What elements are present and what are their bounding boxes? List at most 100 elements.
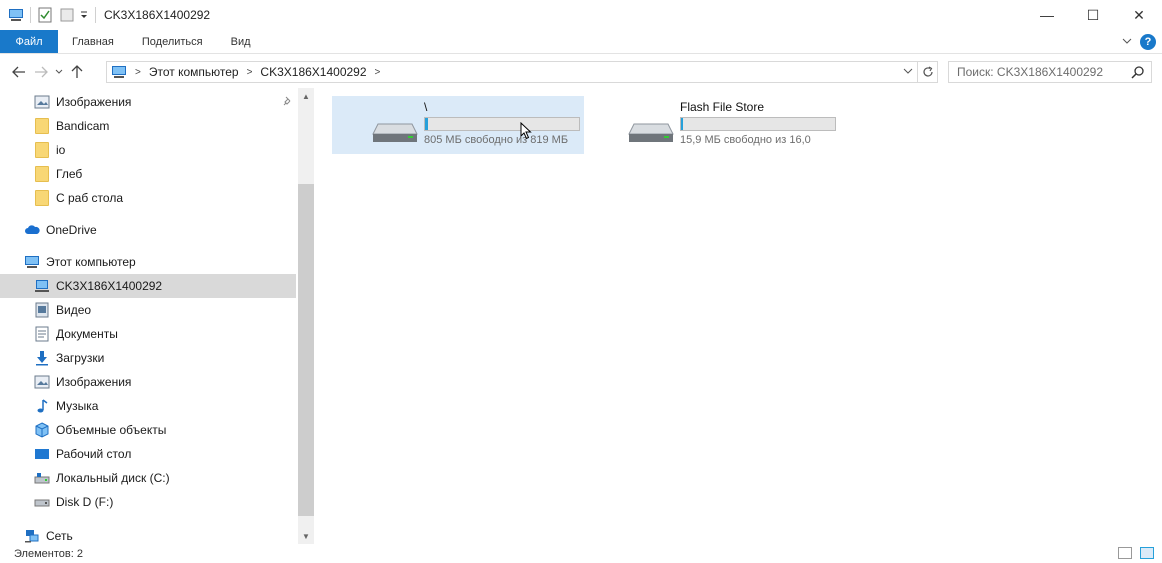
- window-controls: — ☐ ✕: [1024, 0, 1162, 30]
- nav-item-label: OneDrive: [46, 223, 97, 237]
- refresh-icon[interactable]: [917, 62, 937, 82]
- video-icon: [34, 302, 50, 318]
- nav-item-label: Disk D (F:): [56, 495, 114, 509]
- nav-item-bandicam[interactable]: Bandicam: [0, 114, 296, 138]
- properties-icon[interactable]: [37, 7, 53, 23]
- nav-item-documents[interactable]: Документы: [0, 322, 296, 346]
- tiles-view-icon[interactable]: [1140, 547, 1154, 559]
- nav-item-downloads[interactable]: Загрузки: [0, 346, 296, 370]
- drive-usage-fill: [425, 118, 429, 130]
- drive-icon: [372, 122, 418, 147]
- ribbon-right-controls: ?: [1122, 30, 1156, 54]
- nav-item-device[interactable]: CK3X186X1400292: [0, 274, 296, 298]
- address-row: > Этот компьютер > CK3X186X1400292 > Пои…: [0, 58, 1162, 86]
- details-view-icon[interactable]: [1118, 547, 1132, 559]
- documents-icon: [34, 326, 50, 342]
- nav-item-label: С раб стола: [56, 191, 124, 205]
- nav-item-disk-d[interactable]: Disk D (F:): [0, 490, 296, 514]
- search-icon[interactable]: [1131, 65, 1145, 82]
- pin-icon[interactable]: [283, 96, 293, 109]
- breadcrumb-separator[interactable]: >: [247, 67, 253, 78]
- nav-item-label: Локальный диск (C:): [56, 471, 170, 485]
- cloud-icon: [24, 222, 40, 238]
- nav-item-3d-objects[interactable]: Объемные объекты: [0, 418, 296, 442]
- back-button[interactable]: [8, 61, 30, 83]
- minimize-button[interactable]: —: [1024, 0, 1070, 30]
- mouse-cursor-icon: [520, 121, 532, 143]
- nav-item-gleb[interactable]: Глеб: [0, 162, 296, 186]
- pictures-icon: [34, 94, 50, 110]
- new-folder-icon[interactable]: [59, 7, 75, 23]
- desktop-icon: [34, 446, 50, 462]
- maximize-button[interactable]: ☐: [1070, 0, 1116, 30]
- nav-item-label: Изображения: [56, 375, 132, 389]
- item-count: Элементов: 2: [14, 547, 83, 560]
- drive-tile-root[interactable]: \ 805 МБ свободно из 819 МБ: [332, 96, 584, 154]
- nav-item-local-disk-c[interactable]: Локальный диск (C:): [0, 466, 296, 490]
- nav-item-from-desktop[interactable]: С раб стола: [0, 186, 296, 210]
- local-disk-icon: [34, 470, 50, 486]
- computer-icon: [24, 254, 40, 270]
- drive-usage-bar: [680, 117, 836, 131]
- device-icon: [34, 278, 50, 294]
- drive-name: \: [424, 100, 428, 114]
- nav-item-label: CK3X186X1400292: [56, 279, 163, 293]
- drive-usage-fill: [681, 118, 684, 130]
- nav-item-pictures[interactable]: Изображения: [0, 370, 296, 394]
- nav-item-io[interactable]: io: [0, 138, 296, 162]
- scrollbar-thumb[interactable]: [298, 184, 314, 516]
- breadcrumb-separator: >: [135, 66, 141, 78]
- forward-button[interactable]: [30, 61, 52, 83]
- nav-scrollbar[interactable]: ▲ ▼: [298, 88, 314, 544]
- status-bar: Элементов: 2: [0, 544, 1162, 563]
- drive-free-space: 805 МБ свободно из 819 МБ: [424, 134, 569, 146]
- nav-item-this-pc[interactable]: Этот компьютер: [0, 250, 296, 274]
- nav-item-desktop[interactable]: Рабочий стол: [0, 442, 296, 466]
- tab-view[interactable]: Вид: [217, 30, 265, 53]
- nav-item-video[interactable]: Видео: [0, 298, 296, 322]
- folder-icon: [34, 190, 50, 206]
- 3d-objects-icon: [34, 422, 50, 438]
- breadcrumb-separator[interactable]: >: [375, 67, 381, 78]
- title-bar: CK3X186X1400292 — ☐ ✕: [0, 0, 1162, 30]
- breadcrumb-device[interactable]: CK3X186X1400292: [260, 65, 366, 79]
- tab-home[interactable]: Главная: [58, 30, 128, 53]
- nav-item-label: Глеб: [56, 167, 83, 181]
- music-icon: [34, 398, 50, 414]
- quick-access-separator: [30, 7, 31, 23]
- folder-icon: [34, 118, 50, 134]
- close-button[interactable]: ✕: [1116, 0, 1162, 30]
- search-input[interactable]: Поиск: CK3X186X1400292: [948, 61, 1152, 83]
- downloads-icon: [34, 350, 50, 366]
- computer-icon: [111, 65, 127, 79]
- nav-item-label: Загрузки: [56, 351, 105, 365]
- tab-file[interactable]: Файл: [0, 30, 58, 53]
- drive-tile-flash-file-store[interactable]: Flash File Store 15,9 МБ свободно из 16,…: [588, 96, 840, 154]
- nav-item-onedrive[interactable]: OneDrive: [0, 218, 296, 242]
- nav-item-label: Документы: [56, 327, 118, 341]
- computer-icon[interactable]: [8, 7, 24, 23]
- nav-item-music[interactable]: Музыка: [0, 394, 296, 418]
- ribbon-tabs: Файл Главная Поделиться Вид ?: [0, 30, 1162, 54]
- nav-item-label: Изображения: [56, 95, 132, 109]
- drive-free-space: 15,9 МБ свободно из 16,0: [680, 134, 811, 146]
- view-switcher: [1118, 547, 1154, 559]
- chevron-down-icon[interactable]: [1122, 35, 1132, 49]
- folder-icon: [34, 166, 50, 182]
- address-bar[interactable]: > Этот компьютер > CK3X186X1400292 >: [106, 61, 938, 83]
- tab-share[interactable]: Поделиться: [128, 30, 217, 53]
- scroll-up-icon[interactable]: ▲: [298, 88, 314, 104]
- nav-item-label: Bandicam: [56, 119, 110, 133]
- nav-item-label: io: [56, 143, 66, 157]
- drive-name: Flash File Store: [680, 100, 765, 114]
- address-dropdown-icon[interactable]: [899, 67, 917, 78]
- scroll-down-icon[interactable]: ▼: [298, 528, 314, 544]
- breadcrumb-this-pc[interactable]: Этот компьютер: [149, 65, 239, 79]
- up-button[interactable]: [66, 61, 88, 83]
- customize-quick-access-icon[interactable]: [79, 7, 89, 23]
- drive-icon: [628, 122, 674, 147]
- nav-item-quick-pictures[interactable]: Изображения: [0, 90, 296, 114]
- help-icon[interactable]: ?: [1140, 34, 1156, 50]
- recent-locations-button[interactable]: [52, 61, 66, 83]
- nav-item-label: Видео: [56, 303, 92, 317]
